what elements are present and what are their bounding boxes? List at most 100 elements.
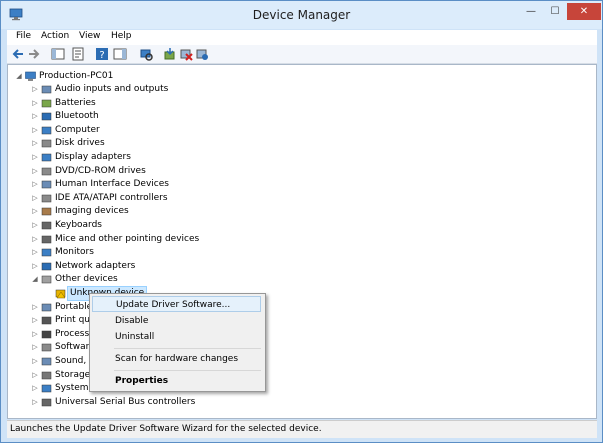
title-bar[interactable]: Device Manager — ☐ ✕ — [1, 1, 602, 29]
tree-item-label: Bluetooth — [55, 111, 99, 122]
collapsed-arrow-icon[interactable]: ▷ — [30, 328, 40, 341]
tree-item-label: DVD/CD-ROM drives — [55, 165, 146, 176]
tree-category-item[interactable]: ▷ Human Interface Devices — [30, 178, 270, 191]
processor-icon — [41, 330, 52, 339]
expanded-arrow-icon[interactable]: ◢ — [30, 273, 40, 286]
tree-category-item[interactable]: ▷ Network adapters — [30, 260, 270, 273]
context-item-label: Properties — [115, 376, 169, 386]
collapsed-arrow-icon[interactable]: ▷ — [30, 178, 40, 191]
hid-icon — [41, 180, 52, 189]
expanded-arrow-icon[interactable]: ◢ — [14, 70, 24, 83]
collapsed-arrow-icon[interactable]: ▷ — [30, 165, 40, 178]
usb-icon — [41, 398, 52, 407]
collapsed-arrow-icon[interactable]: ▷ — [30, 219, 40, 232]
tree-item-label: Audio inputs and outputs — [55, 84, 169, 94]
tree-item-label: Computer — [55, 124, 100, 135]
status-text: Launches the Update Driver Software Wiza… — [10, 424, 322, 434]
collapsed-arrow-icon[interactable]: ▷ — [30, 369, 40, 382]
tree-category-item[interactable]: ▷ Mice and other pointing devices — [30, 233, 270, 246]
context-uninstall[interactable]: Uninstall — [92, 329, 261, 345]
software-device-icon — [41, 344, 52, 352]
disable-device-icon[interactable] — [179, 47, 193, 61]
context-scan-for-hardware-changes[interactable]: Scan for hardware changes — [92, 351, 261, 367]
collapsed-arrow-icon[interactable]: ▷ — [30, 382, 40, 395]
tree-root[interactable]: ◢ Production-PC01 — [14, 70, 214, 83]
portable-device-icon — [41, 303, 52, 311]
toolbar: ? — [7, 45, 597, 64]
close-button[interactable]: ✕ — [567, 3, 601, 20]
tree-item-label: Disk drives — [55, 138, 105, 149]
collapsed-arrow-icon[interactable]: ▷ — [30, 192, 40, 205]
collapsed-arrow-icon[interactable]: ▷ — [30, 301, 40, 314]
tree-category-item[interactable]: ▷ Computer — [30, 124, 270, 137]
network-adapter-icon — [41, 262, 52, 271]
collapsed-arrow-icon[interactable]: ▷ — [30, 110, 40, 123]
menu-help[interactable]: Help — [111, 31, 132, 41]
tree-category-item[interactable]: ◢ Other devices — [30, 273, 270, 286]
system-device-icon — [41, 384, 52, 393]
storage-icon — [41, 371, 52, 379]
device-manager-window: Device Manager — ☐ ✕ File Action View He… — [0, 0, 603, 443]
collapsed-arrow-icon[interactable]: ▷ — [30, 314, 40, 327]
back-icon[interactable] — [11, 47, 25, 61]
tree-category-item[interactable]: ▷ Disk drives — [30, 137, 270, 150]
tree-item-label: Network adapters — [55, 260, 136, 271]
collapsed-arrow-icon[interactable]: ▷ — [30, 246, 40, 259]
monitor-icon — [41, 248, 52, 257]
camera-icon — [41, 208, 52, 216]
context-item-label: Uninstall — [115, 332, 155, 342]
speaker-icon — [41, 85, 52, 94]
collapsed-arrow-icon[interactable]: ▷ — [30, 205, 40, 218]
update-driver-icon[interactable] — [163, 47, 177, 61]
tree-category-item[interactable]: ▷ Display adapters — [30, 151, 270, 164]
tree-item-label: Mice and other pointing devices — [55, 233, 200, 244]
menu-action[interactable]: Action — [41, 31, 69, 41]
menu-view[interactable]: View — [79, 31, 100, 41]
window-title: Device Manager — [252, 8, 351, 22]
computer-icon — [25, 71, 36, 81]
tree-category-item[interactable]: ▷ Universal Serial Bus controllers — [30, 396, 270, 409]
properties-icon[interactable] — [71, 47, 85, 61]
context-item-label: Scan for hardware changes — [115, 354, 239, 364]
tree-category-item[interactable]: ▷ Monitors — [30, 246, 270, 259]
tree-category-item[interactable]: ▷ Batteries — [30, 97, 270, 110]
mouse-icon — [41, 235, 52, 243]
maximize-button[interactable]: ☐ — [543, 3, 567, 20]
collapsed-arrow-icon[interactable]: ▷ — [30, 83, 40, 96]
collapsed-arrow-icon[interactable]: ▷ — [30, 97, 40, 110]
printer-icon — [41, 316, 52, 325]
uninstall-device-icon[interactable] — [195, 47, 209, 61]
minimize-button[interactable]: — — [519, 3, 543, 20]
battery-icon — [41, 99, 52, 107]
tree-item-label: Display adapters — [55, 152, 131, 162]
tree-category-item[interactable]: ▷ DVD/CD-ROM drives — [30, 165, 270, 178]
tree-category-item[interactable]: ▷ Bluetooth — [30, 110, 270, 123]
context-item-label: Disable — [115, 316, 149, 326]
show-hide-tree-icon[interactable] — [51, 47, 65, 61]
collapsed-arrow-icon[interactable]: ▷ — [30, 260, 40, 273]
collapsed-arrow-icon[interactable]: ▷ — [30, 355, 40, 368]
tree-item-label: Print qu — [55, 315, 90, 326]
context-properties[interactable]: Properties — [92, 373, 261, 389]
collapsed-arrow-icon[interactable]: ▷ — [30, 124, 40, 137]
tree-item-label: IDE ATA/ATAPI controllers — [55, 192, 168, 203]
collapsed-arrow-icon[interactable]: ▷ — [30, 396, 40, 409]
tree-category-item[interactable]: ▷ IDE ATA/ATAPI controllers — [30, 192, 270, 205]
scan-hardware-icon[interactable] — [139, 47, 153, 61]
tree-item-label: Batteries — [55, 97, 96, 108]
help-icon[interactable]: ? — [95, 47, 109, 61]
collapsed-arrow-icon[interactable]: ▷ — [30, 233, 40, 246]
tree-category-item[interactable]: ▷ Imaging devices — [30, 205, 270, 218]
action-pane-icon[interactable] — [113, 47, 127, 61]
collapsed-arrow-icon[interactable]: ▷ — [30, 151, 40, 164]
menu-file[interactable]: File — [16, 31, 31, 41]
tree-category-item[interactable]: ▷ Keyboards — [30, 219, 270, 232]
tree-item-label: Portable — [55, 301, 93, 312]
collapsed-arrow-icon[interactable]: ▷ — [30, 137, 40, 150]
collapsed-arrow-icon[interactable]: ▷ — [30, 341, 40, 354]
context-disable[interactable]: Disable — [92, 313, 261, 329]
context-update-driver-software[interactable]: Update Driver Software... — [92, 296, 261, 312]
tree-root-label: Production-PC01 — [39, 71, 114, 81]
forward-icon[interactable] — [27, 47, 41, 61]
tree-category-item[interactable]: ▷ Audio inputs and outputs — [30, 83, 270, 96]
